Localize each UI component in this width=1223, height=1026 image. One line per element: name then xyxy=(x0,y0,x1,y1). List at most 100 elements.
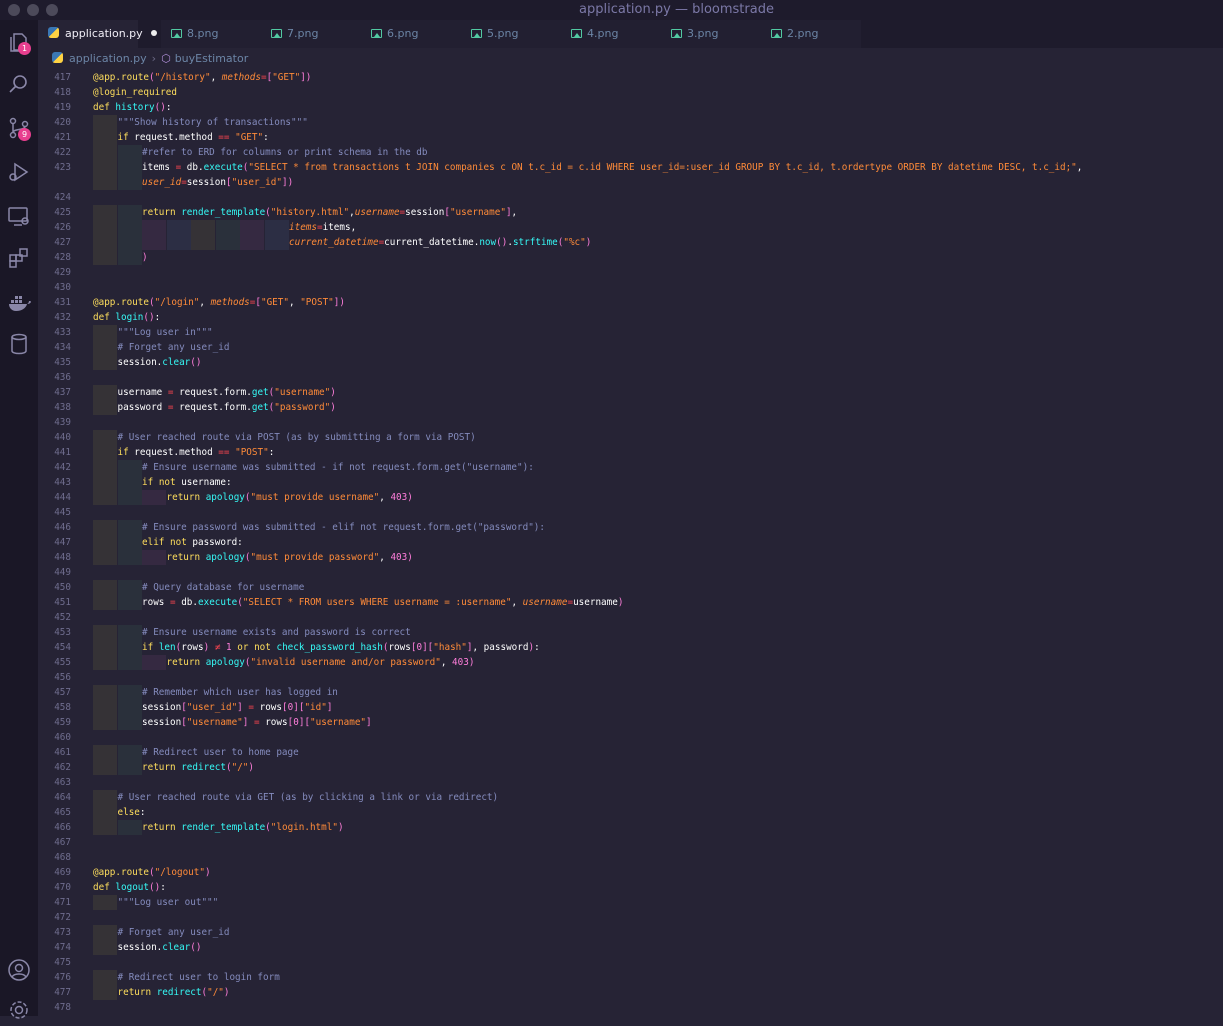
code-line[interactable]: # Forget any user_id xyxy=(118,925,230,940)
indent-guide xyxy=(93,550,117,565)
code-line[interactable]: password = request.form.get("password") xyxy=(118,400,336,415)
code-line[interactable]: session.clear() xyxy=(118,940,202,955)
code-line[interactable]: # User reached route via GET (as by clic… xyxy=(118,790,499,805)
indent-guide xyxy=(93,985,117,1000)
indent-guide xyxy=(117,205,142,220)
tab-7-png[interactable]: 7.png xyxy=(261,20,361,48)
code-line[interactable]: @app.route("/history", methods=["GET"]) xyxy=(93,70,311,85)
tab-4-png[interactable]: 4.png xyxy=(561,20,661,48)
code-line[interactable]: if request.method == "GET": xyxy=(118,130,269,145)
code-line[interactable]: # User reached route via POST (as by sub… xyxy=(118,430,476,445)
code-line[interactable]: if len(rows) ≠ 1 or not check_password_h… xyxy=(142,640,540,655)
source-control-icon[interactable]: 9 xyxy=(7,116,31,141)
code-line[interactable]: session["username"] = rows[0]["username"… xyxy=(142,715,372,730)
python-icon xyxy=(48,27,59,38)
code-line[interactable]: return apology("must provide username", … xyxy=(167,490,413,505)
code-line[interactable]: return redirect("/") xyxy=(118,985,230,1000)
line-number xyxy=(38,175,71,190)
code-editor[interactable]: 417 @app.route("/history", methods=["GET"… xyxy=(38,70,1223,1016)
run-debug-icon[interactable] xyxy=(7,160,31,184)
extensions-icon[interactable] xyxy=(7,246,31,270)
indent-guide xyxy=(93,625,117,640)
code-line[interactable]: return apology("must provide password", … xyxy=(167,550,413,565)
tab-label: 4.png xyxy=(587,27,619,40)
image-icon xyxy=(771,29,782,38)
indent-guide xyxy=(93,175,117,190)
code-line[interactable]: # Ensure username was submitted - if not… xyxy=(142,460,534,475)
code-line[interactable]: username = request.form.get("username") xyxy=(118,385,336,400)
unsaved-dot-icon[interactable] xyxy=(150,30,157,36)
indent-guide xyxy=(93,340,117,355)
indent-guide xyxy=(117,745,142,760)
code-line[interactable]: session.clear() xyxy=(118,355,202,370)
code-line[interactable]: # Ensure password was submitted - elif n… xyxy=(142,520,545,535)
indent-guide xyxy=(117,685,142,700)
code-line[interactable]: def logout(): xyxy=(93,880,166,895)
indent-guide xyxy=(93,715,117,730)
tab-label: application.py xyxy=(65,27,143,40)
account-icon[interactable] xyxy=(7,958,31,982)
tab-5-png[interactable]: 5.png xyxy=(461,20,561,48)
indent-guide xyxy=(240,220,264,235)
explorer-badge: 1 xyxy=(18,42,31,55)
code-line[interactable]: rows = db.execute("SELECT * FROM users W… xyxy=(142,595,623,610)
tab-2-png[interactable]: 2.png xyxy=(761,20,861,48)
breadcrumb-file[interactable]: application.py xyxy=(69,52,147,65)
remote-explorer-icon[interactable] xyxy=(7,204,31,228)
code-line[interactable]: items=items, xyxy=(289,220,356,235)
indent-guide xyxy=(93,355,117,370)
code-line[interactable]: session["user_id"] = rows[0]["id"] xyxy=(142,700,332,715)
line-number: 460 xyxy=(54,732,71,743)
code-line[interactable]: current_datetime=current_datetime.now().… xyxy=(289,235,591,250)
database-icon[interactable] xyxy=(7,332,31,356)
code-line[interactable]: if not username: xyxy=(142,475,232,490)
indent-guide xyxy=(117,490,142,505)
docker-icon[interactable] xyxy=(7,290,31,314)
indent-guide xyxy=(93,640,117,655)
code-line[interactable]: #refer to ERD for columns or print schem… xyxy=(142,145,427,160)
code-line[interactable]: items = db.execute("SELECT * from transa… xyxy=(142,160,1082,175)
tab-3-png[interactable]: 3.png xyxy=(661,20,761,48)
code-line[interactable]: if request.method == "POST": xyxy=(118,445,275,460)
indent-guide xyxy=(93,475,117,490)
tab-8-png[interactable]: 8.png xyxy=(161,20,261,48)
code-line[interactable]: @app.route("/login", methods=["GET", "PO… xyxy=(93,295,345,310)
indent-guide xyxy=(117,580,142,595)
source-control-badge: 9 xyxy=(18,128,31,141)
tab-6-png[interactable]: 6.png xyxy=(361,20,461,48)
code-line[interactable]: """Log user out""" xyxy=(118,895,219,910)
code-line[interactable]: # Redirect user to home page xyxy=(142,745,299,760)
code-line[interactable]: # Redirect user to login form xyxy=(118,970,280,985)
settings-gear-icon[interactable] xyxy=(7,998,31,1022)
explorer-icon[interactable]: 1 xyxy=(7,30,31,55)
code-line[interactable]: # Ensure username exists and password is… xyxy=(142,625,411,640)
indent-guide xyxy=(142,550,166,565)
code-line[interactable]: # Remember which user has logged in xyxy=(142,685,338,700)
code-line[interactable]: elif not password: xyxy=(142,535,243,550)
code-line[interactable]: @app.route("/logout") xyxy=(93,865,211,880)
line-number: 466 xyxy=(54,822,71,833)
code-line[interactable]: """Show history of transactions""" xyxy=(118,115,308,130)
breadcrumb-symbol[interactable]: buyEstimator xyxy=(175,52,249,65)
code-line[interactable]: ) xyxy=(142,250,148,265)
code-line[interactable]: return redirect("/") xyxy=(142,760,254,775)
line-number: 420 xyxy=(54,117,71,128)
code-line[interactable]: @login_required xyxy=(93,85,177,100)
code-line[interactable]: return render_template("history.html",us… xyxy=(142,205,517,220)
line-number: 464 xyxy=(54,792,71,803)
tab-application-py[interactable]: application.py xyxy=(38,20,157,48)
line-number: 448 xyxy=(54,552,71,563)
code-line[interactable]: def login(): xyxy=(93,310,160,325)
code-line[interactable]: """Log user in""" xyxy=(118,325,213,340)
code-line[interactable]: user_id=session["user_id"]) xyxy=(142,175,293,190)
indent-guide xyxy=(93,520,117,535)
search-icon[interactable] xyxy=(7,72,31,96)
code-line[interactable]: return render_template("login.html") xyxy=(142,820,344,835)
indent-guide xyxy=(93,925,117,940)
code-line[interactable]: # Forget any user_id xyxy=(118,340,230,355)
code-line[interactable]: def history(): xyxy=(93,100,171,115)
code-line[interactable]: else: xyxy=(118,805,146,820)
indent-guide xyxy=(93,685,117,700)
code-line[interactable]: return apology("invalid username and/or … xyxy=(167,655,475,670)
code-line[interactable]: # Query database for username xyxy=(142,580,304,595)
